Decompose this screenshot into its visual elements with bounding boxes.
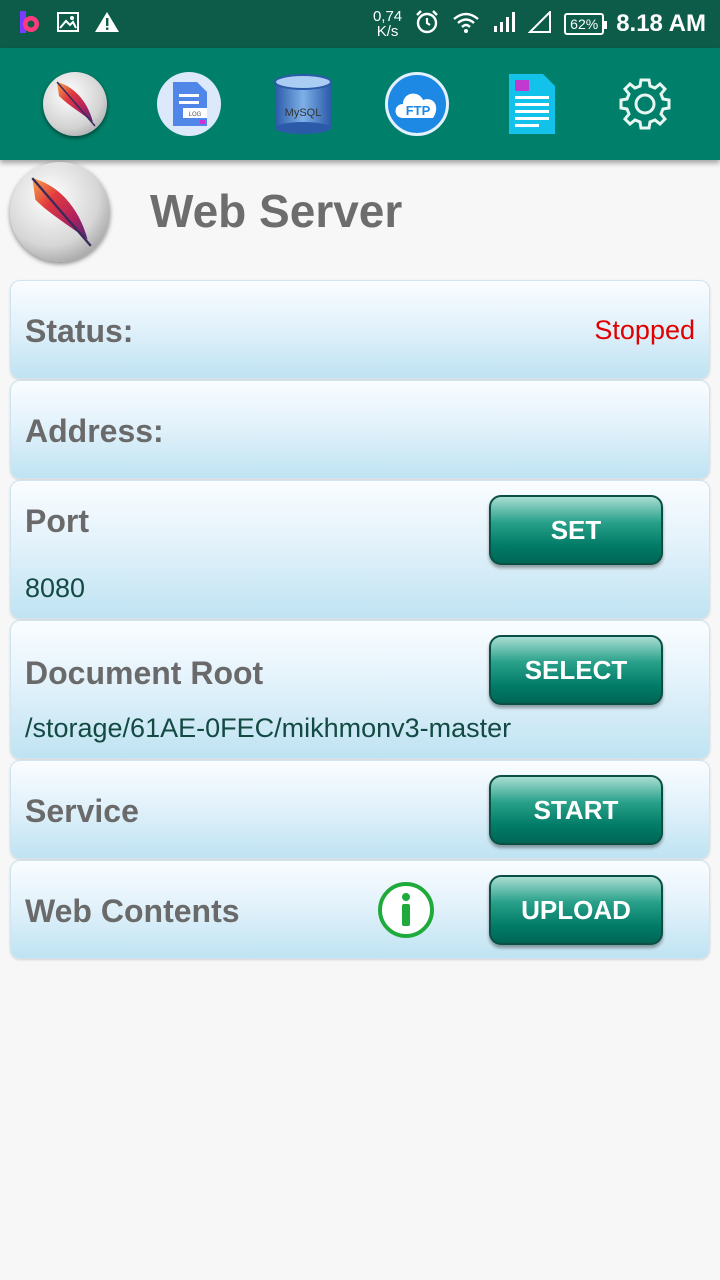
- mysql-icon[interactable]: MySQL: [271, 72, 335, 136]
- address-card: Address:: [10, 380, 710, 479]
- svg-text:FTP: FTP: [406, 103, 431, 118]
- svg-text:MySQL: MySQL: [285, 107, 322, 119]
- status-label: Status:: [25, 313, 134, 349]
- document-root-card: Document Root /storage/61AE-0FEC/mikhmon…: [10, 620, 710, 759]
- log-icon[interactable]: LOG: [157, 72, 221, 136]
- page-title: Web Server: [150, 185, 403, 237]
- warning-icon: [94, 10, 120, 39]
- port-card: Port 8080 SET: [10, 480, 710, 619]
- page-header: Web Server: [10, 162, 710, 262]
- app-b-icon: [18, 9, 42, 40]
- settings-icon[interactable]: [613, 72, 677, 136]
- clock: 8.18 AM: [616, 10, 706, 37]
- address-label: Address:: [25, 413, 164, 449]
- apache-icon[interactable]: [43, 72, 107, 136]
- signal-icon: [492, 11, 516, 38]
- battery-icon: 62%: [564, 13, 608, 35]
- select-root-button[interactable]: SELECT: [489, 635, 663, 705]
- document-icon[interactable]: [499, 72, 563, 136]
- set-port-button[interactable]: SET: [489, 495, 663, 565]
- info-icon[interactable]: [377, 881, 435, 939]
- port-label: Port: [25, 503, 89, 539]
- document-root-value: /storage/61AE-0FEC/mikhmonv3-master: [25, 713, 512, 743]
- web-contents-card: Web Contents UPLOAD: [10, 860, 710, 959]
- svg-text:LOG: LOG: [189, 112, 202, 118]
- document-root-label: Document Root: [25, 655, 264, 691]
- wifi-icon: [452, 10, 480, 39]
- status-bar: 0,74 K/s 62% 8.18 AM: [0, 0, 720, 48]
- apache-logo: [10, 162, 110, 262]
- alarm-icon: [414, 9, 440, 40]
- upload-button[interactable]: UPLOAD: [489, 875, 663, 945]
- ftp-icon[interactable]: FTP: [385, 72, 449, 136]
- web-contents-label: Web Contents: [25, 893, 240, 929]
- service-card: Service START: [10, 760, 710, 859]
- port-value: 8080: [25, 573, 86, 603]
- status-value: Stopped: [594, 315, 695, 345]
- signal-empty-icon: [527, 9, 552, 38]
- start-service-button[interactable]: START: [489, 775, 663, 845]
- toolbar: LOG MySQL FTP: [0, 48, 720, 160]
- network-speed: 0,74 K/s: [372, 8, 403, 40]
- status-card: Status: Stopped: [10, 280, 710, 379]
- service-label: Service: [25, 793, 139, 829]
- image-icon: [56, 10, 80, 39]
